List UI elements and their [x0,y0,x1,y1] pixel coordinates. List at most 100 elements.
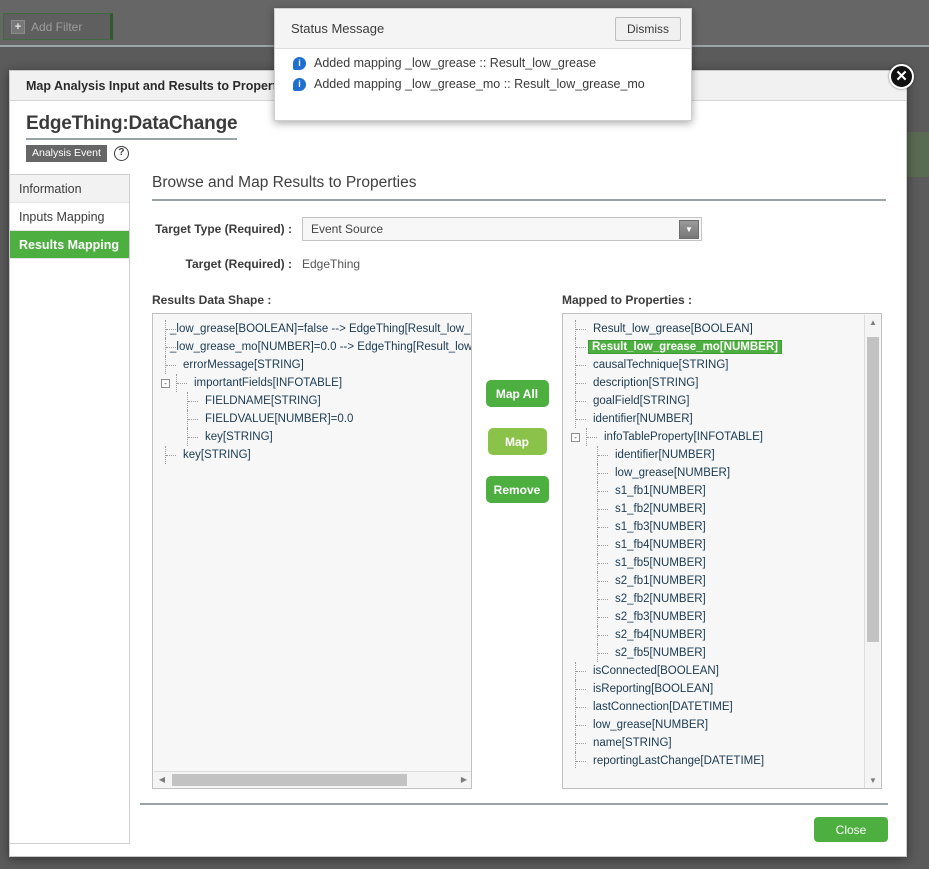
tree-item[interactable]: low_grease[NUMBER] [563,716,881,734]
tree-item[interactable]: name[STRING] [563,734,881,752]
tree-item[interactable]: s2_fb4[NUMBER] [563,626,881,644]
tree-connector [597,644,611,662]
target-type-value: Event Source [311,222,384,236]
tree-item[interactable]: s1_fb3[NUMBER] [563,518,881,536]
tree-connector [575,680,589,698]
tree-item-label: description[STRING] [593,377,699,389]
scroll-right-icon[interactable]: ▶ [456,772,471,788]
tree-item-label: Result_low_grease[BOOLEAN] [593,323,753,335]
tree-item[interactable]: description[STRING] [563,374,881,392]
tree-item-label: isConnected[BOOLEAN] [593,665,719,677]
tree-item-label: s1_fb2[NUMBER] [615,503,706,515]
target-type-row: Target Type (Required) : Event Source ▼ [152,217,886,241]
tree-item-label: causalTechnique[STRING] [593,359,729,371]
results-data-shape-tree[interactable]: _low_grease[BOOLEAN]=false --> EdgeThing… [152,313,472,789]
tree-connector [575,320,589,338]
tree-item-label: isReporting[BOOLEAN] [593,683,714,695]
tree-item[interactable]: s2_fb5[NUMBER] [563,644,881,662]
dismiss-button[interactable]: Dismiss [615,16,681,41]
tree-item[interactable]: - infoTableProperty[INFOTABLE] [563,428,881,446]
sidebar-item-information[interactable]: Information [10,175,129,203]
tree-item[interactable]: s2_fb3[NUMBER] [563,608,881,626]
status-badge: Analysis Event [26,145,107,162]
vertical-scroll-thumb[interactable] [867,337,879,642]
tree-item-label: s1_fb3[NUMBER] [615,521,706,533]
mapping-action-buttons: Map All Map Remove [472,293,562,789]
tree-connector [575,374,589,392]
target-type-select[interactable]: Event Source ▼ [302,217,702,241]
help-icon[interactable]: ? [113,146,129,161]
tree-item-label: identifier[NUMBER] [615,449,715,461]
tree-item[interactable]: isConnected[BOOLEAN] [563,662,881,680]
entity-subheader: Analysis Event ? [26,145,906,162]
tree-item-label: s1_fb5[NUMBER] [615,557,706,569]
sidebar-item-inputs-mapping[interactable]: Inputs Mapping [10,203,129,231]
horizontal-scrollbar[interactable]: ◀ ▶ [154,771,471,788]
tree-connector [597,482,611,500]
tree-item[interactable]: s1_fb2[NUMBER] [563,500,881,518]
tree-item-label: FIELDVALUE[NUMBER]=0.0 [205,413,354,425]
tree-item-label: _low_grease_mo[NUMBER]=0.0 --> EdgeThing… [170,341,471,353]
tree-item[interactable]: identifier[NUMBER] [563,410,881,428]
tree-connector [597,554,611,572]
remove-button[interactable]: Remove [485,476,549,503]
mapped-properties-tree[interactable]: Result_low_grease[BOOLEAN] Result_low_gre… [562,313,882,789]
tree-item[interactable]: key[STRING] [153,428,471,446]
tree-item[interactable]: - importantFields[INFOTABLE] [153,374,471,392]
tree-item[interactable]: errorMessage[STRING] [153,356,471,374]
tree-connector [575,698,589,716]
content-title: Browse and Map Results to Properties [152,174,886,201]
target-type-label: Target Type (Required) : [155,222,292,236]
tree-item-label: _low_grease[BOOLEAN]=false --> EdgeThing… [170,323,471,335]
status-message-list: i Added mapping _low_grease :: Result_low… [275,49,691,91]
sidebar-item-results-mapping[interactable]: Results Mapping [10,231,129,259]
tree-item[interactable]: _low_grease[BOOLEAN]=false --> EdgeThing… [153,320,471,338]
right-panel-label: Mapped to Properties : [562,293,693,307]
tree-item[interactable]: s1_fb5[NUMBER] [563,554,881,572]
tree-item[interactable]: key[STRING] [153,446,471,464]
tree-item-label: low_grease[NUMBER] [593,719,709,731]
target-label: Target (Required) : [185,257,292,271]
add-filter-button[interactable]: + Add Filter [3,13,113,40]
tree-item[interactable]: low_grease[NUMBER] [563,464,881,482]
map-analysis-dialog: Map Analysis Input and Results to Proper… [9,70,907,857]
tree-connector [597,590,611,608]
scroll-left-icon[interactable]: ◀ [154,772,170,788]
horizontal-scroll-thumb[interactable] [172,774,407,786]
tree-item[interactable]: causalTechnique[STRING] [563,356,881,374]
scroll-down-icon[interactable]: ▼ [865,773,881,788]
tree-item[interactable]: FIELDNAME[STRING] [153,392,471,410]
left-panel-label: Results Data Shape : [152,293,272,307]
tree-item-label: Result_low_grease_mo[NUMBER] [588,340,782,354]
tree-connector [575,662,589,680]
tree-item[interactable]: Result_low_grease_mo[NUMBER] [563,338,881,356]
tree-item[interactable]: s1_fb4[NUMBER] [563,536,881,554]
status-message-item: i Added mapping _low_grease_mo :: Result_… [275,70,691,91]
tree-item[interactable]: s2_fb2[NUMBER] [563,590,881,608]
vertical-scrollbar[interactable]: ▲ ▼ [864,315,881,788]
tree-item[interactable]: lastConnection[DATETIME] [563,698,881,716]
tree-item[interactable]: s2_fb1[NUMBER] [563,572,881,590]
map-all-button[interactable]: Map All [485,380,549,407]
tree-expander-icon[interactable]: - [161,378,170,388]
tree-item[interactable]: reportingLastChange[DATETIME] [563,752,881,769]
tree-connector [575,410,589,428]
tree-item[interactable]: goalField[STRING] [563,392,881,410]
tree-item[interactable]: FIELDVALUE[NUMBER]=0.0 [153,410,471,428]
sidebar-item-label: Information [19,181,82,196]
tree-item[interactable]: Result_low_grease[BOOLEAN] [563,320,881,338]
status-message-item: i Added mapping _low_grease :: Result_low… [275,49,691,70]
results-data-shape-panel: Results Data Shape : _low_grease[BOOLEAN… [152,293,472,789]
chevron-down-icon[interactable]: ▼ [679,220,699,239]
tree-expander-icon[interactable]: - [571,432,580,442]
right-tree-rows: Result_low_grease[BOOLEAN] Result_low_gre… [563,314,881,769]
tree-item[interactable]: s1_fb1[NUMBER] [563,482,881,500]
tree-connector [575,734,589,752]
close-button[interactable]: Close [814,817,888,842]
tree-item[interactable]: isReporting[BOOLEAN] [563,680,881,698]
map-button[interactable]: Map [487,428,547,455]
tree-item[interactable]: _low_grease_mo[NUMBER]=0.0 --> EdgeThing… [153,338,471,356]
scroll-up-icon[interactable]: ▲ [865,315,881,331]
tree-item[interactable]: identifier[NUMBER] [563,446,881,464]
close-icon[interactable]: ✕ [889,64,914,89]
